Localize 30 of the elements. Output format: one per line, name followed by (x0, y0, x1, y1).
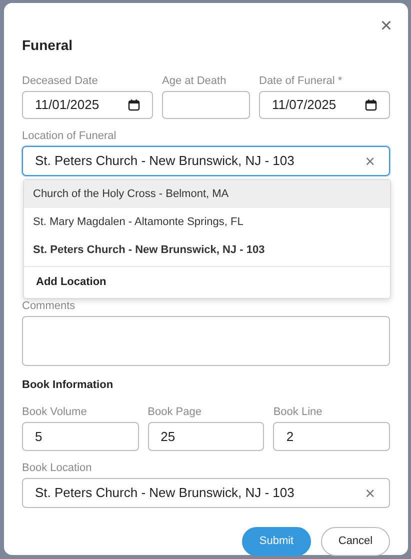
input-field[interactable]: 5 (22, 422, 139, 451)
combo-field[interactable]: St. Peters Church - New Brunswick, NJ - 103 × (22, 146, 390, 176)
input-field[interactable]: 25 (148, 422, 264, 451)
field-label: Book Page (148, 405, 202, 419)
field-label: Book Line (273, 405, 322, 419)
field-label: Book Location (22, 461, 92, 475)
combo-field[interactable]: St. Peters Church - New Brunswick, NJ - 103 × (22, 478, 390, 508)
clear-icon[interactable]: × (365, 484, 375, 502)
comments-field[interactable] (22, 316, 390, 366)
date-field[interactable]: 11/01/2025 (22, 91, 153, 119)
dropdown-option[interactable]: St. Mary Magdalen - Altamonte Springs, FL (24, 208, 390, 236)
field-label: Date of Funeral * (259, 74, 342, 88)
close-button[interactable]: × (380, 16, 392, 36)
date-field[interactable]: 11/07/2025 (259, 91, 390, 119)
cancel-button[interactable]: Cancel (321, 527, 390, 556)
field-label: Comments (22, 299, 76, 313)
input-field[interactable] (162, 91, 250, 119)
calendar-icon[interactable] (365, 99, 377, 111)
dropdown-option[interactable]: St. Peters Church - New Brunswick, NJ - 103 (24, 236, 390, 264)
input-field[interactable]: 2 (273, 422, 390, 451)
dialog-title: Funeral (22, 36, 74, 54)
field-label: Age at Death (162, 74, 226, 88)
add-location-option[interactable]: Add Location (24, 267, 390, 298)
clear-icon[interactable]: × (365, 152, 375, 170)
dropdown-option[interactable]: Church of the Holy Cross - Belmont, MA (24, 180, 390, 208)
section-heading: Book Information (22, 378, 114, 392)
calendar-icon[interactable] (128, 99, 140, 111)
field-label: Deceased Date (22, 74, 98, 88)
field-label: Location of Funeral (22, 129, 116, 143)
field-label: Book Volume (22, 405, 87, 419)
